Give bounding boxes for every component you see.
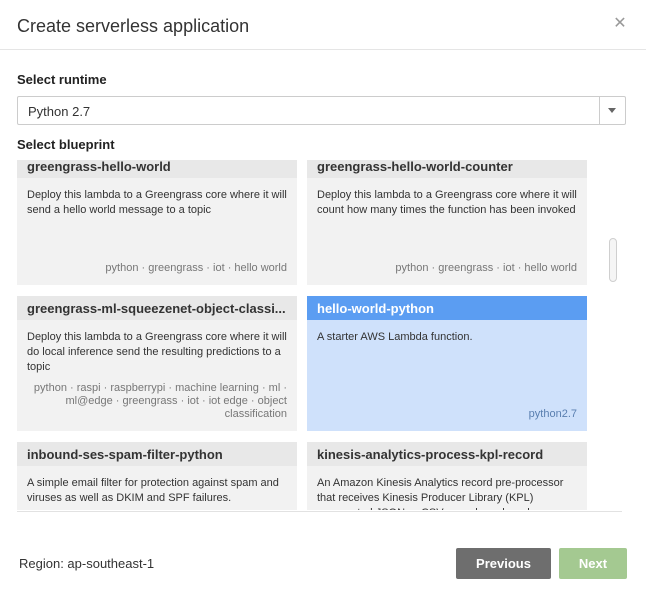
blueprint-card-title: greengrass-hello-world — [17, 160, 297, 178]
select-runtime-label: Select runtime — [17, 72, 107, 87]
blueprint-card-title: inbound-ses-spam-filter-python — [17, 442, 297, 466]
blueprint-card-tags: python · greengrass · iot · hello world — [105, 262, 287, 274]
blueprint-card-description: An Amazon Kinesis Analytics record pre-p… — [317, 477, 564, 510]
select-blueprint-label: Select blueprint — [17, 137, 115, 152]
blueprint-card-inbound-ses-spam-filter-python[interactable]: inbound-ses-spam-filter-python A simple … — [17, 442, 297, 510]
blueprint-card-description: A starter AWS Lambda function. — [317, 331, 473, 343]
blueprint-card-tags: python · raspi · raspberrypi · machine l… — [33, 382, 287, 420]
blueprint-card-kinesis-analytics-process-kpl-record[interactable]: kinesis-analytics-process-kpl-record An … — [307, 442, 587, 510]
blueprint-card-greengrass-hello-world-counter[interactable]: greengrass-hello-world-counter Deploy th… — [307, 160, 587, 285]
create-serverless-application-dialog: Create serverless application ✕ Select r… — [0, 0, 646, 597]
previous-button[interactable]: Previous — [456, 548, 551, 579]
blueprint-card-greengrass-hello-world[interactable]: greengrass-hello-world Deploy this lambd… — [17, 160, 297, 285]
blueprint-card-title: kinesis-analytics-process-kpl-record — [307, 442, 587, 466]
runtime-select[interactable]: Python 2.7 — [17, 96, 626, 125]
blueprint-card-title: greengrass-hello-world-counter — [307, 160, 587, 178]
blueprint-card-description: A simple email filter for protection aga… — [27, 477, 279, 504]
runtime-dropdown-toggle[interactable] — [599, 97, 625, 124]
blueprint-card-description: Deploy this lambda to a Greengrass core … — [317, 189, 577, 216]
blueprint-card-hello-world-python[interactable]: hello-world-python A starter AWS Lambda … — [307, 296, 587, 431]
blueprint-card-description: Deploy this lambda to a Greengrass core … — [27, 331, 287, 373]
blueprint-card-greengrass-ml-squeezenet[interactable]: greengrass-ml-squeezenet-object-classi..… — [17, 296, 297, 431]
dialog-header: Create serverless application ✕ — [0, 0, 646, 50]
blueprint-list-scrollbar[interactable] — [609, 238, 617, 282]
runtime-select-value: Python 2.7 — [28, 104, 91, 119]
blueprint-card-tags: python · greengrass · iot · hello world — [395, 262, 577, 274]
next-button[interactable]: Next — [559, 548, 627, 579]
blueprint-list-divider — [17, 511, 622, 512]
blueprint-card-title: greengrass-ml-squeezenet-object-classi..… — [17, 296, 297, 320]
blueprint-list: greengrass-hello-world Deploy this lambd… — [17, 160, 626, 510]
blueprint-card-tags: python2.7 — [528, 408, 577, 420]
dialog-title: Create serverless application — [17, 16, 250, 36]
region-label: Region: ap-southeast-1 — [19, 556, 155, 571]
blueprint-card-title: hello-world-python — [307, 296, 587, 320]
close-icon[interactable]: ✕ — [613, 14, 627, 34]
blueprint-card-description: Deploy this lambda to a Greengrass core … — [27, 189, 287, 216]
chevron-down-icon — [608, 108, 616, 113]
